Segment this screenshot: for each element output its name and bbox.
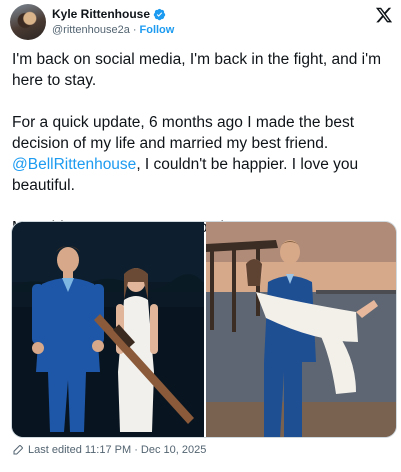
tweet-paragraph-1: I'm back on social media, I'm back in th…: [12, 51, 381, 89]
x-logo-icon[interactable]: [375, 6, 393, 24]
verified-badge-icon: [153, 8, 166, 20]
follow-button[interactable]: Follow: [140, 24, 175, 36]
avatar[interactable]: [10, 4, 46, 40]
mention-link[interactable]: @BellRittenhouse: [12, 156, 136, 173]
tweet-paragraph-2: For a quick update, 6 months ago I made …: [12, 112, 392, 196]
tweet-text: I'm back on social media, I'm back in th…: [12, 49, 392, 238]
media-grid: [11, 221, 397, 438]
photo-couple-night-illustration: [12, 222, 204, 437]
tweet-header: Kyle Rittenhouse @rittenhouse2a · Follow: [10, 4, 395, 42]
edit-footer: Last edited 11:17 PM · Dec 10, 2025: [12, 444, 206, 456]
author-handle[interactable]: @rittenhouse2a: [52, 24, 130, 36]
photo-couple-sunset-illustration: [206, 222, 396, 437]
photo-couple-sunset[interactable]: [206, 222, 396, 437]
author-sub-row: @rittenhouse2a · Follow: [52, 24, 174, 36]
author-name-row: Kyle Rittenhouse: [52, 7, 166, 21]
photo-couple-night[interactable]: [12, 222, 204, 437]
pencil-icon: [13, 445, 23, 455]
last-edited-text[interactable]: Last edited 11:17 PM · Dec 10, 2025: [28, 444, 206, 456]
separator-dot: ·: [132, 24, 137, 36]
tweet-paragraph-2-pre: For a quick update, 6 months ago I made …: [12, 114, 355, 152]
tweet-card: Kyle Rittenhouse @rittenhouse2a · Follow…: [0, 0, 401, 472]
author-name[interactable]: Kyle Rittenhouse: [52, 7, 150, 21]
